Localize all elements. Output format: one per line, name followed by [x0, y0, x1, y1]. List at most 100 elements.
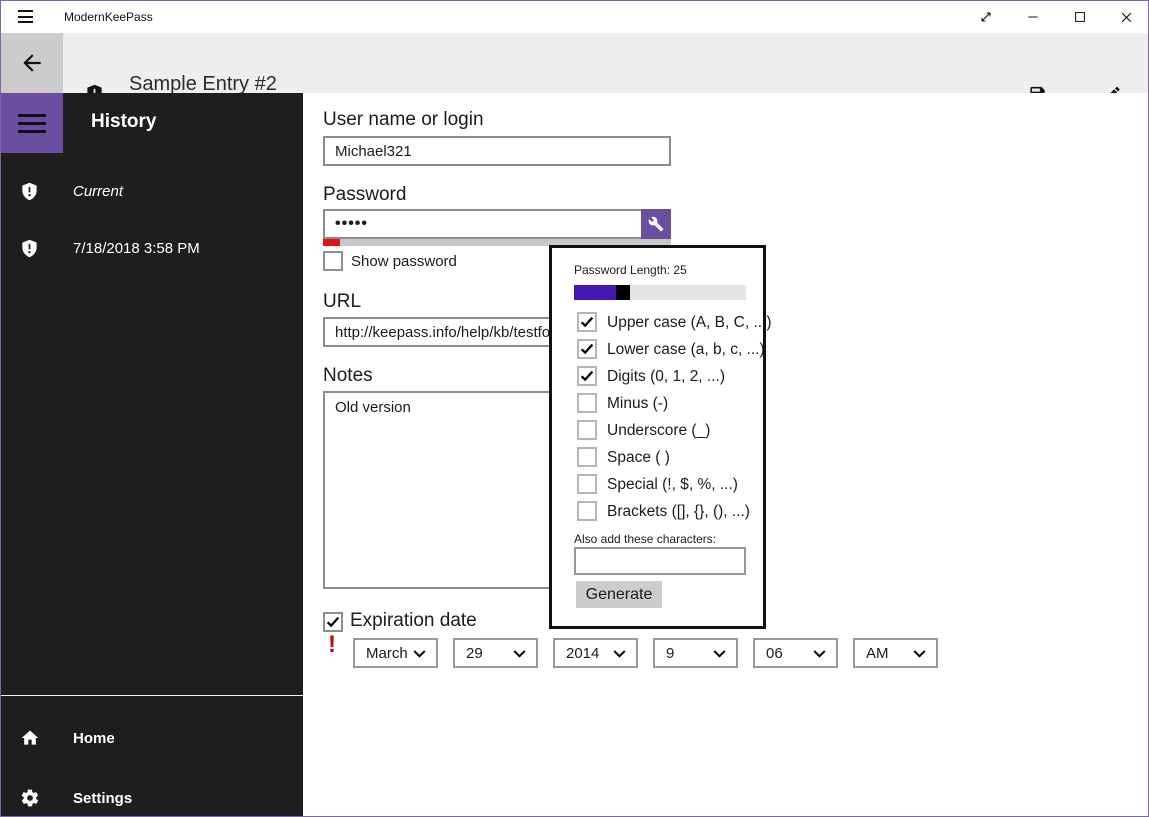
titlebar: ModernKeePass — [1, 1, 1148, 33]
ampm-dropdown[interactable]: AM — [853, 638, 938, 668]
option-label: Lower case (a, b, c, ...) — [607, 341, 765, 358]
digits-checkbox[interactable] — [577, 366, 597, 386]
option-minus[interactable]: Minus (-) — [577, 393, 767, 415]
year-dropdown[interactable]: 2014 — [553, 638, 638, 668]
close-button[interactable] — [1103, 1, 1148, 33]
app-header: Sample Entry #2 sample — [1, 33, 1148, 119]
sidebar-item-settings[interactable]: Settings — [1, 778, 303, 816]
generate-button[interactable]: Generate — [576, 581, 662, 608]
option-label: Upper case (A, B, C, ...) — [607, 314, 772, 331]
password-length-slider[interactable] — [574, 285, 746, 300]
month-dropdown[interactable]: March — [353, 638, 438, 668]
slider-handle[interactable] — [616, 285, 630, 300]
hour-dropdown[interactable]: 9 — [653, 638, 738, 668]
option-label: Underscore (_) — [607, 422, 711, 439]
sidebar-hamburger-button[interactable] — [1, 93, 63, 153]
back-arrow-icon — [23, 54, 41, 72]
password-field-group — [323, 209, 671, 239]
option-label: Special (!, $, %, ...) — [607, 476, 738, 493]
option-underscore[interactable]: Underscore (_) — [577, 420, 767, 442]
expired-warning-mark: ! — [328, 631, 336, 658]
home-icon — [20, 728, 40, 753]
option-label: Brackets ([], {}, (), ...) — [607, 503, 750, 520]
chevron-down-icon — [913, 650, 926, 658]
history-item-current[interactable]: Current — [1, 171, 303, 211]
day-dropdown[interactable]: 29 — [453, 638, 538, 668]
show-password-checkbox[interactable] — [323, 251, 343, 271]
option-brackets[interactable]: Brackets ([], {}, (), ...) — [577, 501, 767, 523]
titlebar-hamburger-icon[interactable] — [18, 10, 33, 23]
username-input[interactable] — [323, 136, 671, 166]
generate-password-button[interactable] — [641, 209, 671, 239]
password-input[interactable] — [323, 209, 671, 239]
history-item-label: 7/18/2018 3:58 PM — [73, 240, 200, 257]
minimize-button[interactable] — [1009, 1, 1056, 33]
year-value: 2014 — [566, 645, 600, 662]
option-label: Space ( ) — [607, 449, 670, 466]
sidebar-divider — [1, 695, 303, 696]
expiration-label: Expiration date — [350, 610, 477, 631]
hour-value: 9 — [666, 645, 675, 662]
option-label: Minus (-) — [607, 395, 669, 412]
special-checkbox[interactable] — [577, 474, 597, 494]
slider-fill — [574, 285, 616, 300]
chevron-down-icon — [513, 650, 526, 658]
diagonal-resize-icon — [981, 12, 990, 22]
password-length-value: 25 — [673, 263, 687, 277]
also-add-label: Also add these characters: — [574, 532, 717, 546]
checkmark-icon — [580, 343, 594, 355]
username-label: User name or login — [323, 109, 484, 130]
sidebar-item-label: Settings — [73, 790, 133, 807]
notes-label: Notes — [323, 365, 373, 386]
option-special[interactable]: Special (!, $, %, ...) — [577, 474, 767, 496]
fullscreen-button[interactable] — [962, 1, 1009, 33]
app-title: ModernKeePass — [64, 10, 153, 24]
minus-checkbox[interactable] — [577, 393, 597, 413]
underscore-checkbox[interactable] — [577, 420, 597, 440]
upper-case-checkbox[interactable] — [577, 312, 597, 332]
chevron-down-icon — [813, 650, 826, 658]
chevron-down-icon — [713, 650, 726, 658]
shield-icon — [20, 181, 39, 207]
chevron-down-icon — [413, 650, 426, 658]
hamburger-icon — [18, 113, 46, 133]
chevron-down-icon — [613, 650, 626, 658]
month-value: March — [366, 645, 408, 662]
history-heading: History — [91, 111, 157, 132]
sidebar-item-label: Home — [73, 730, 115, 747]
option-digits[interactable]: Digits (0, 1, 2, ...) — [577, 366, 767, 388]
close-icon — [1121, 12, 1132, 22]
shield-icon — [20, 238, 39, 264]
minute-dropdown[interactable]: 06 — [753, 638, 838, 668]
ampm-value: AM — [866, 645, 889, 662]
password-label: Password — [323, 184, 407, 205]
brackets-checkbox[interactable] — [577, 501, 597, 521]
expiration-checkbox[interactable] — [323, 612, 343, 632]
minimize-icon — [1027, 16, 1038, 18]
checkmark-icon — [580, 370, 594, 382]
option-upper-case[interactable]: Upper case (A, B, C, ...) — [577, 312, 772, 334]
option-label: Digits (0, 1, 2, ...) — [607, 368, 726, 385]
show-password-label: Show password — [351, 253, 457, 270]
option-lower-case[interactable]: Lower case (a, b, c, ...) — [577, 339, 767, 361]
sidebar-item-home[interactable]: Home — [1, 718, 303, 758]
option-space[interactable]: Space ( ) — [577, 447, 767, 469]
checkmark-icon — [580, 316, 594, 328]
checkmark-icon — [326, 616, 340, 628]
history-item-dated[interactable]: 7/18/2018 3:58 PM — [1, 228, 303, 268]
url-label: URL — [323, 291, 362, 312]
wrench-icon — [648, 216, 664, 232]
also-add-input[interactable] — [574, 547, 746, 575]
back-button[interactable] — [1, 33, 63, 93]
password-generator-popup: Password Length: 25 Upper case (A, B, C,… — [549, 245, 772, 629]
day-value: 29 — [466, 645, 483, 662]
password-length-label: Password Length: 25 — [574, 263, 687, 277]
minute-value: 06 — [766, 645, 783, 662]
history-item-label: Current — [73, 183, 124, 200]
space-checkbox[interactable] — [577, 447, 597, 467]
maximize-button[interactable] — [1056, 1, 1103, 33]
maximize-icon — [1074, 12, 1085, 22]
sidebar: History Current 7/18/2018 3:58 PM Home S… — [1, 93, 303, 816]
lower-case-checkbox[interactable] — [577, 339, 597, 359]
app-window: ModernKeePass Sample Entry #2 History Cu… — [0, 0, 1149, 817]
